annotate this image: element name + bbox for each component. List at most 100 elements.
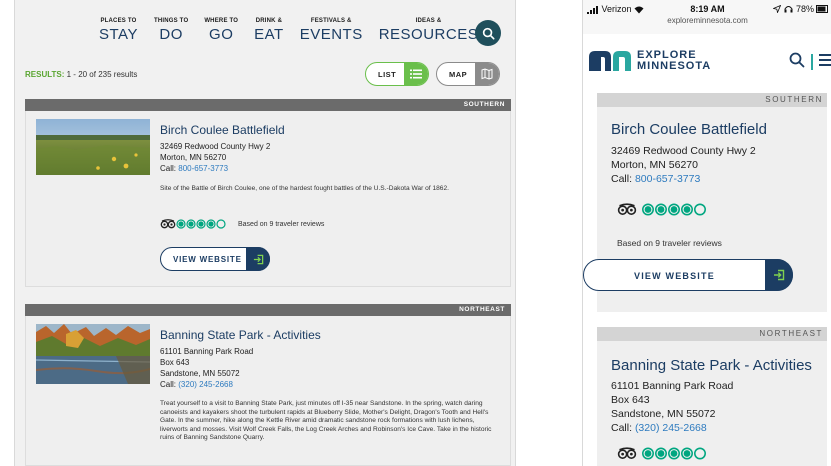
rating-circle-fill — [657, 450, 665, 457]
listing-photo-river — [36, 324, 150, 384]
nav-places-to-stay[interactable]: PLACES TO STAY — [99, 18, 138, 43]
nav-big-label: STAY — [99, 26, 138, 43]
nav-festivals-events[interactable]: FESTIVALS & EVENTS — [300, 18, 363, 43]
listing-address-line: 61101 Banning Park Road — [611, 380, 734, 392]
rating-circle-fill — [644, 206, 652, 213]
map-label: MAP — [449, 69, 468, 79]
rating-circle-fill — [644, 450, 652, 457]
battery-icon — [816, 5, 828, 13]
nav-small-label: WHERE TO — [204, 18, 239, 24]
results-text: 1 - 20 of 235 results — [64, 70, 138, 79]
rating-circle-fill — [683, 450, 691, 457]
rating-circles — [176, 219, 226, 229]
main-nav: PLACES TO STAY THINGS TO DO WHERE TO GO … — [99, 18, 494, 43]
rating-circle-fill — [683, 206, 691, 213]
view-website-button[interactable]: VIEW WEBSITE — [160, 247, 270, 271]
tripadvisor-rating — [617, 203, 707, 216]
tripadvisor-icon — [617, 203, 637, 215]
listing-photo-prairie — [36, 119, 150, 175]
listing-address-line: Sandstone, MN 55072 — [160, 369, 240, 378]
phone-link[interactable]: 800-657-3773 — [178, 164, 228, 173]
listing-title[interactable]: Birch Coulee Battlefield — [160, 123, 285, 137]
tripadvisor-rating: Based on 9 traveler reviews — [160, 219, 324, 229]
nav-big-label: RESOURCES — [378, 26, 479, 43]
tripadvisor-rating — [617, 447, 707, 460]
tripadvisor-icon — [617, 447, 637, 459]
address-bar-url[interactable]: exploreminnesota.com — [583, 16, 831, 25]
call-label: Call: — [160, 380, 177, 389]
listing-title[interactable]: Banning State Park - Activities — [611, 357, 812, 374]
listing-title[interactable]: Banning State Park - Activities — [160, 328, 321, 342]
tripadvisor-icon — [160, 219, 176, 229]
menu-icon — [819, 54, 831, 66]
call-label: Call: — [611, 173, 633, 185]
listing-phone-line: Call: 800-657-3773 — [160, 164, 228, 174]
listing-phone-line: Call: (320) 245-2668 — [611, 422, 707, 435]
rating-circle-fill — [657, 206, 665, 213]
listing-address-line: Box 643 — [160, 358, 190, 367]
rating-circle-fill — [670, 450, 678, 457]
list-view-toggle[interactable]: LIST — [365, 62, 429, 86]
reviews-text: Based on 9 traveler reviews — [238, 220, 325, 228]
call-label: Call: — [160, 164, 177, 173]
nav-small-label: THINGS TO — [153, 18, 189, 24]
mobile-search-button[interactable] — [789, 52, 805, 73]
nav-big-label: EAT — [254, 26, 284, 43]
nav-small-label: IDEAS & — [415, 18, 442, 24]
nav-where-to-go[interactable]: WHERE TO GO — [204, 18, 238, 43]
explore-minnesota-logo[interactable]: EXPLORE MINNESOTA — [589, 50, 711, 72]
enter-arrow-icon — [246, 247, 270, 271]
view-website-button[interactable]: VIEW WEBSITE — [583, 259, 793, 291]
listing-title[interactable]: Birch Coulee Battlefield — [611, 121, 767, 138]
view-website-label: VIEW WEBSITE — [634, 271, 715, 281]
nav-big-label: GO — [209, 26, 234, 43]
rating-circle-fill — [188, 221, 194, 227]
header-divider — [811, 54, 813, 70]
logo-text: EXPLORE MINNESOTA — [631, 50, 711, 72]
headphones-icon — [784, 6, 793, 13]
results-label: RESULTS: — [25, 70, 65, 79]
nav-small-label: FESTIVALS & — [310, 18, 352, 24]
menu-button[interactable] — [819, 52, 831, 73]
listing-phone-line: Call: (320) 245-2668 — [160, 380, 233, 390]
listing-address-line: Box 643 — [611, 394, 650, 406]
mobile-listing-card: Banning State Park - Activities 61101 Ba… — [597, 341, 827, 466]
region-bar-northeast: NORTHEAST — [25, 304, 511, 316]
rating-circle-fill — [670, 206, 678, 213]
phone-link[interactable]: (320) 245-2668 — [178, 380, 233, 389]
rating-circle-icon — [694, 447, 706, 460]
phone-link[interactable]: 800-657-3773 — [635, 173, 700, 185]
map-view-toggle[interactable]: MAP — [436, 62, 500, 86]
rating-circle-icon — [694, 203, 706, 216]
nav-drink-eat[interactable]: DRINK & EAT — [254, 18, 284, 43]
rating-circles — [642, 447, 706, 460]
region-bar-northeast: NORTHEAST — [597, 327, 827, 341]
battery-percent: 78% — [795, 4, 814, 14]
listing-description: Site of the Battle of Birch Coulee, one … — [160, 185, 449, 192]
location-icon — [772, 5, 781, 13]
phone-link[interactable]: (320) 245-2668 — [635, 422, 707, 434]
listing-card: Banning State Park - Activities 61101 Ba… — [25, 316, 511, 466]
search-button[interactable] — [475, 20, 501, 46]
nav-small-label: PLACES TO — [100, 18, 137, 24]
search-icon — [482, 27, 495, 40]
status-bar: Verizon 8:19 AM exploreminnesota.com 78% — [583, 0, 831, 34]
nav-big-label: EVENTS — [299, 26, 363, 43]
nav-things-to-do[interactable]: THINGS TO DO — [154, 18, 188, 43]
listing-address-line: Morton, MN 56270 — [611, 159, 698, 171]
results-count: RESULTS: 1 - 20 of 235 results — [25, 70, 137, 79]
listing-description: Treat yourself to a visit to Banning Sta… — [160, 400, 492, 442]
rating-circle-fill — [178, 221, 184, 227]
call-label: Call: — [611, 422, 633, 434]
region-bar-southern: SOUTHERN — [597, 93, 827, 107]
nav-big-label: DO — [159, 26, 183, 43]
rating-circle-icon — [216, 219, 226, 229]
map-icon — [475, 63, 499, 85]
desktop-view: PLACES TO STAY THINGS TO DO WHERE TO GO … — [14, 0, 516, 466]
view-website-label: VIEW WEBSITE — [173, 254, 242, 264]
mobile-header: EXPLORE MINNESOTA — [583, 40, 831, 90]
rating-circles — [642, 203, 706, 216]
reviews-text: Based on 9 traveler reviews — [617, 238, 722, 248]
nav-ideas-resources[interactable]: IDEAS & RESOURCES — [379, 18, 479, 43]
enter-arrow-icon — [765, 259, 793, 291]
